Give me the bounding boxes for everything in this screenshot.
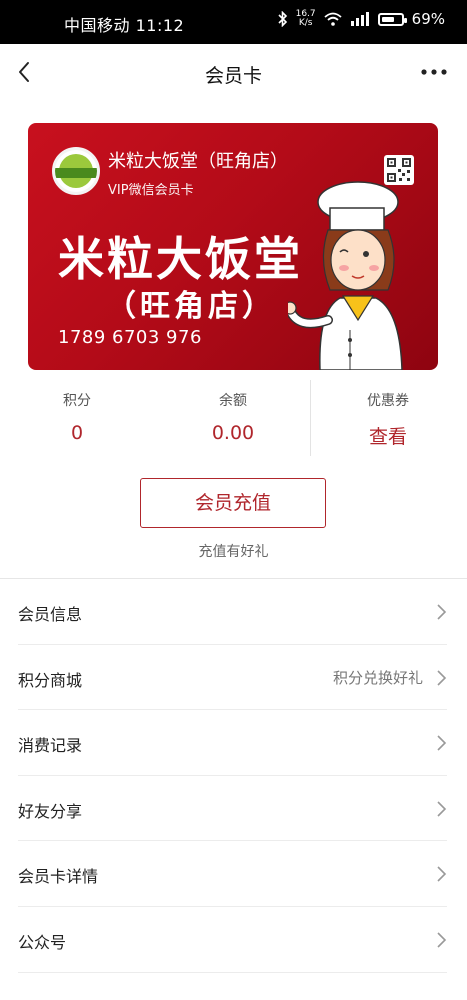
menu-item-card-details[interactable]: 会员卡详情: [18, 841, 447, 907]
menu-item-value: 积分兑换好礼: [332, 668, 423, 687]
page-title: 会员卡: [204, 65, 262, 87]
coupon-stat[interactable]: 优惠券 查看: [318, 380, 458, 449]
menu-item-label: 消费记录: [18, 736, 83, 756]
stats-divider: [310, 380, 311, 456]
battery-icon: [377, 12, 407, 26]
chevron-right-icon: [437, 932, 447, 948]
menu-item-points-mall[interactable]: 积分商城 积分兑换好礼: [18, 645, 447, 711]
menu-item-label: 好友分享: [18, 801, 83, 821]
card-big-title: 米粒大饭堂: [58, 232, 303, 286]
menu-item-label: 公众号: [18, 932, 67, 952]
membership-card[interactable]: 米粒大饭堂（旺角店） VIP微信会员卡 米粒大饭堂 （旺角店） 1789 670…: [28, 123, 438, 370]
balance-value: 0.00: [211, 422, 255, 444]
chef-illustration: [288, 181, 403, 370]
carrier-time: 中国移动 11:12: [64, 16, 185, 35]
coupon-view-link[interactable]: 查看: [318, 422, 458, 449]
balance-label: 余额: [219, 393, 247, 409]
card-store-name: 米粒大饭堂（旺角店）: [108, 151, 288, 172]
chevron-right-icon: [437, 670, 447, 686]
nav-bar: 会员卡: [0, 44, 467, 102]
status-bar: 中国移动 11:12 16.7 K/s 69%: [0, 0, 467, 44]
stats-row: 积分 0 余额 0.00 优惠券 查看: [0, 380, 467, 460]
status-icons: 16.7 K/s 69%: [278, 10, 445, 28]
chevron-right-icon: [437, 604, 447, 620]
signal-icon: [350, 12, 369, 26]
menu-item-label: 积分商城: [18, 670, 83, 690]
chevron-right-icon: [437, 866, 447, 882]
wifi-icon: [324, 12, 342, 26]
menu-item-consumption-record[interactable]: 消费记录: [18, 710, 447, 776]
card-type: VIP微信会员卡: [108, 183, 194, 198]
battery-percent: 69%: [411, 10, 445, 28]
points-value: 0: [70, 422, 84, 444]
menu-item-friend-share[interactable]: 好友分享: [18, 776, 447, 842]
card-number: 1789 6703 976: [58, 327, 202, 348]
network-speed: 16.7 K/s: [296, 10, 316, 28]
menu-item-official-account[interactable]: 公众号: [18, 907, 447, 973]
menu-item-member-info[interactable]: 会员信息: [18, 579, 447, 645]
battery-fill: [381, 16, 394, 22]
recharge-note: 充值有好礼: [198, 544, 269, 560]
points-label: 积分: [63, 393, 91, 409]
points-stat[interactable]: 积分 0: [7, 380, 147, 444]
menu-list: 会员信息 积分商城 积分兑换好礼 消费记录 好友分享 会员卡详情 公众号: [0, 579, 467, 973]
menu-item-label: 会员卡详情: [18, 867, 99, 887]
bluetooth-icon: [278, 11, 287, 27]
card-big-subtitle: （旺角店）: [106, 289, 276, 324]
balance-stat[interactable]: 余额 0.00: [163, 380, 303, 444]
chevron-right-icon: [437, 801, 447, 817]
chevron-right-icon: [437, 735, 447, 751]
more-dots-icon[interactable]: [419, 60, 449, 84]
recharge-button[interactable]: 会员充值: [140, 478, 326, 528]
coupon-label: 优惠券: [367, 393, 409, 409]
menu-item-label: 会员信息: [18, 605, 83, 624]
speed-unit: K/s: [298, 18, 313, 28]
store-logo: [52, 147, 100, 195]
